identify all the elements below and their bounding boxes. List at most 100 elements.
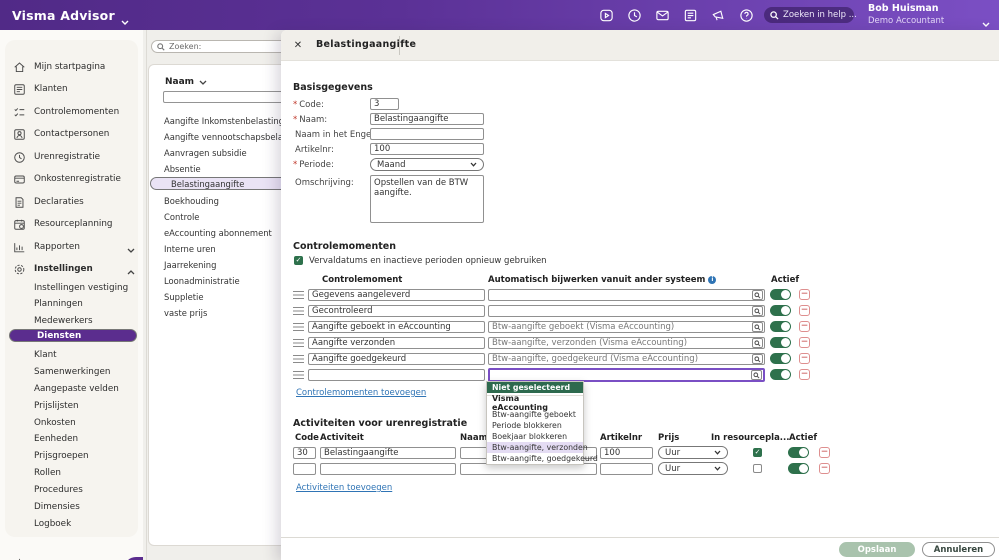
- user-menu-chevron-icon[interactable]: [982, 12, 990, 27]
- dropdown-option-none[interactable]: Niet geselecteerd: [487, 382, 583, 393]
- sidebar-item-instellingen-vestiging[interactable]: Instellingen vestiging: [13, 280, 135, 295]
- dropdown-option[interactable]: Btw-aangifte geboekt: [487, 409, 583, 420]
- announcements-button[interactable]: [710, 7, 727, 24]
- auto-update-combo[interactable]: [488, 337, 765, 349]
- naam-engels-input[interactable]: [370, 128, 484, 140]
- close-icon[interactable]: ✕: [291, 38, 305, 52]
- sidebar-item-rapporten[interactable]: Rapporten: [13, 238, 135, 256]
- artikelnr-cell-input[interactable]: [600, 447, 653, 459]
- remove-row-button[interactable]: −: [799, 289, 810, 300]
- code-cell-input[interactable]: [293, 463, 316, 475]
- list-item[interactable]: Aangifte vennootschapsbelasting: [150, 129, 304, 145]
- resourceplanning-checkbox[interactable]: [753, 464, 762, 473]
- sidebar-item-dimensies[interactable]: Dimensies: [13, 499, 135, 514]
- list-item[interactable]: Absentie: [150, 161, 294, 177]
- dropdown-option[interactable]: Btw-aangifte, goedgekeurd: [487, 453, 598, 464]
- controlemoment-input[interactable]: [308, 305, 485, 317]
- help-button[interactable]: [738, 7, 755, 24]
- active-toggle[interactable]: [788, 447, 809, 458]
- list-search-input[interactable]: Zoeken:: [151, 40, 291, 53]
- sidebar-item-prijsgroepen[interactable]: Prijsgroepen: [13, 448, 135, 463]
- dropdown-option-hovered[interactable]: Btw-aangifte, verzonden: [487, 442, 588, 453]
- remove-row-button[interactable]: −: [819, 447, 830, 458]
- sidebar-item-resourceplanning[interactable]: Resourceplanning: [13, 215, 135, 233]
- sidebar-item-rollen[interactable]: Rollen: [13, 465, 135, 480]
- dropdown-option[interactable]: Boekjaar blokkeren: [487, 431, 583, 442]
- sidebar-item-eenheden[interactable]: Eenheden: [13, 431, 135, 446]
- periode-select[interactable]: Maand: [370, 158, 484, 171]
- prijs-select[interactable]: Uur: [658, 446, 728, 459]
- sidebar-item-diensten[interactable]: Diensten: [9, 329, 137, 342]
- activiteit-cell-input[interactable]: [320, 447, 456, 459]
- add-controlemomenten-link[interactable]: Controlemomenten toevoegen: [296, 388, 426, 398]
- list-item[interactable]: Controle: [150, 209, 294, 225]
- lookup-icon[interactable]: [752, 290, 763, 300]
- active-toggle[interactable]: [770, 289, 791, 300]
- sidebar-item-klant[interactable]: Klant: [13, 347, 135, 362]
- remove-row-button[interactable]: −: [799, 337, 810, 348]
- sidebar-item-urenregistratie[interactable]: Urenregistratie: [13, 148, 135, 166]
- list-item[interactable]: Jaarrekening: [150, 257, 294, 273]
- controlemoment-input[interactable]: [308, 321, 485, 333]
- drag-handle-icon[interactable]: [293, 291, 304, 299]
- column-header-naam[interactable]: Naam: [165, 77, 207, 87]
- remove-row-button[interactable]: −: [819, 463, 830, 474]
- list-item[interactable]: Boekhouding: [150, 193, 294, 209]
- auto-update-combo[interactable]: [488, 305, 765, 317]
- news-button[interactable]: [682, 7, 699, 24]
- active-toggle[interactable]: [770, 353, 791, 364]
- drag-handle-icon[interactable]: [293, 323, 304, 331]
- sidebar-item-procedures[interactable]: Procedures: [13, 482, 135, 497]
- sidebar-item-declaraties[interactable]: Declaraties: [13, 193, 135, 211]
- dropdown-option[interactable]: Periode blokkeren: [487, 420, 583, 431]
- controlemoment-input[interactable]: [308, 289, 485, 301]
- auto-update-combo[interactable]: [488, 321, 765, 333]
- list-item[interactable]: Suppletie: [150, 289, 294, 305]
- code-input[interactable]: [370, 98, 399, 110]
- lookup-icon[interactable]: [751, 370, 762, 380]
- history-button[interactable]: [626, 7, 643, 24]
- active-toggle[interactable]: [770, 337, 791, 348]
- list-item[interactable]: eAccounting abonnement: [150, 225, 294, 241]
- resourceplanning-checkbox[interactable]: ✓: [753, 448, 762, 457]
- info-icon[interactable]: i: [708, 276, 717, 284]
- video-tutorials-button[interactable]: [598, 7, 615, 24]
- list-item-selected[interactable]: Belastingaangifte: [150, 177, 294, 190]
- sidebar-item-onkostenregistratie[interactable]: Onkostenregistratie: [13, 170, 135, 188]
- list-item[interactable]: Aangifte Inkomstenbelasting: [150, 113, 294, 129]
- list-item[interactable]: Aanvragen subsidie: [150, 145, 294, 161]
- drag-handle-icon[interactable]: [293, 339, 304, 347]
- sidebar-item-contactpersonen[interactable]: Contactpersonen: [13, 125, 135, 143]
- lookup-icon[interactable]: [752, 338, 763, 348]
- lookup-icon[interactable]: [752, 322, 763, 332]
- remove-row-button[interactable]: −: [799, 369, 810, 380]
- help-search-input[interactable]: Zoeken in help ...: [764, 7, 857, 23]
- sidebar-item-controlemomenten[interactable]: Controlemomenten: [13, 103, 135, 121]
- sidebar-item-planningen[interactable]: Planningen: [13, 296, 135, 311]
- active-toggle[interactable]: [770, 321, 791, 332]
- omschrijving-textarea[interactable]: Opstellen van de BTW aangifte.: [370, 175, 484, 223]
- list-item[interactable]: Interne uren: [150, 241, 294, 257]
- controlemoment-input[interactable]: [308, 369, 485, 381]
- list-item[interactable]: Loonadministratie: [150, 273, 294, 289]
- save-button[interactable]: Opslaan: [839, 542, 915, 557]
- sidebar-item-prijslijsten[interactable]: Prijslijsten: [13, 398, 135, 413]
- sidebar-item-instellingen[interactable]: Instellingen: [13, 260, 135, 278]
- active-toggle[interactable]: [770, 369, 791, 380]
- add-activiteiten-link[interactable]: Activiteiten toevoegen: [296, 483, 392, 493]
- active-toggle[interactable]: [770, 305, 791, 316]
- sidebar-item-klanten[interactable]: Klanten: [13, 80, 135, 98]
- sidebar-item-logboek[interactable]: Logboek: [13, 516, 135, 531]
- sidebar-item-medewerkers[interactable]: Medewerkers: [13, 313, 135, 328]
- auto-update-combo-focused[interactable]: [488, 368, 765, 382]
- remove-row-button[interactable]: −: [799, 305, 810, 316]
- active-toggle[interactable]: [788, 463, 809, 474]
- code-cell-input[interactable]: [293, 447, 316, 459]
- auto-update-combo[interactable]: [488, 353, 765, 365]
- naam-filter-input[interactable]: [163, 91, 285, 103]
- auto-update-combo[interactable]: [488, 289, 765, 301]
- cancel-button[interactable]: Annuleren: [922, 542, 995, 557]
- controlemoment-input[interactable]: [308, 337, 485, 349]
- reuse-duedates-checkbox[interactable]: ✓: [294, 256, 303, 265]
- drag-handle-icon[interactable]: [293, 371, 304, 379]
